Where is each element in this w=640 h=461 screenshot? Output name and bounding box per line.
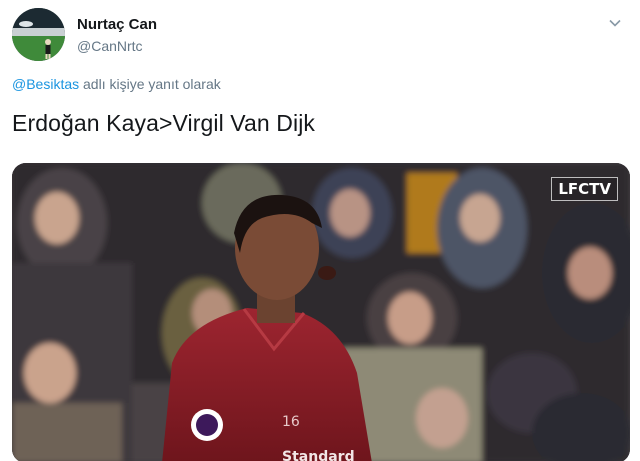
lfctv-watermark: LFCTV: [551, 177, 618, 201]
reply-mention-link[interactable]: @Besiktas: [12, 76, 79, 92]
reply-context: @Besiktas adlı kişiye yanıt olarak: [12, 76, 221, 92]
author-handle[interactable]: @CanNrtc: [77, 38, 143, 54]
reply-context-label: adlı kişiye yanıt olarak: [79, 76, 221, 92]
tweet-header: Nurtaç Can @CanNrtc: [12, 8, 628, 64]
author-name[interactable]: Nurtaç Can: [77, 16, 157, 33]
tweet-media[interactable]: 16 Standard LFCTV: [12, 163, 630, 461]
chevron-down-icon[interactable]: [608, 16, 622, 30]
shirt-sponsor: Standard: [282, 449, 355, 461]
avatar[interactable]: [12, 8, 65, 61]
shirt-number: 16: [282, 414, 300, 430]
avatar-image: [12, 8, 65, 61]
tweet-text: Erdoğan Kaya>Virgil Van Dijk: [12, 110, 316, 136]
media-image: 16 Standard: [12, 163, 630, 461]
